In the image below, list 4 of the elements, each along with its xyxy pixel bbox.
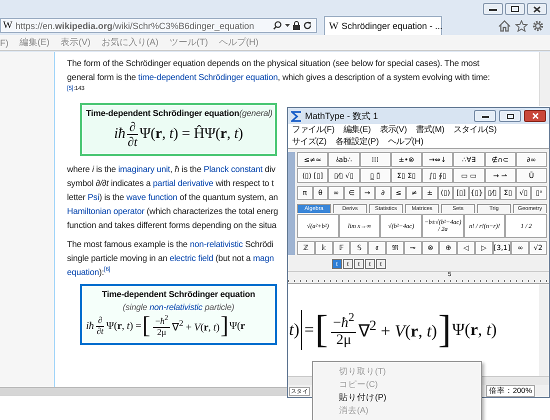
equation-subtitle: (single non-relativistic particle) <box>122 302 236 312</box>
window-title: MathType - 数式 1 <box>305 110 378 122</box>
equation-title: Time-dependent Schrödinger equation <box>102 289 256 300</box>
equation-title: Time-dependent Schrödinger equation(general) <box>86 108 273 118</box>
